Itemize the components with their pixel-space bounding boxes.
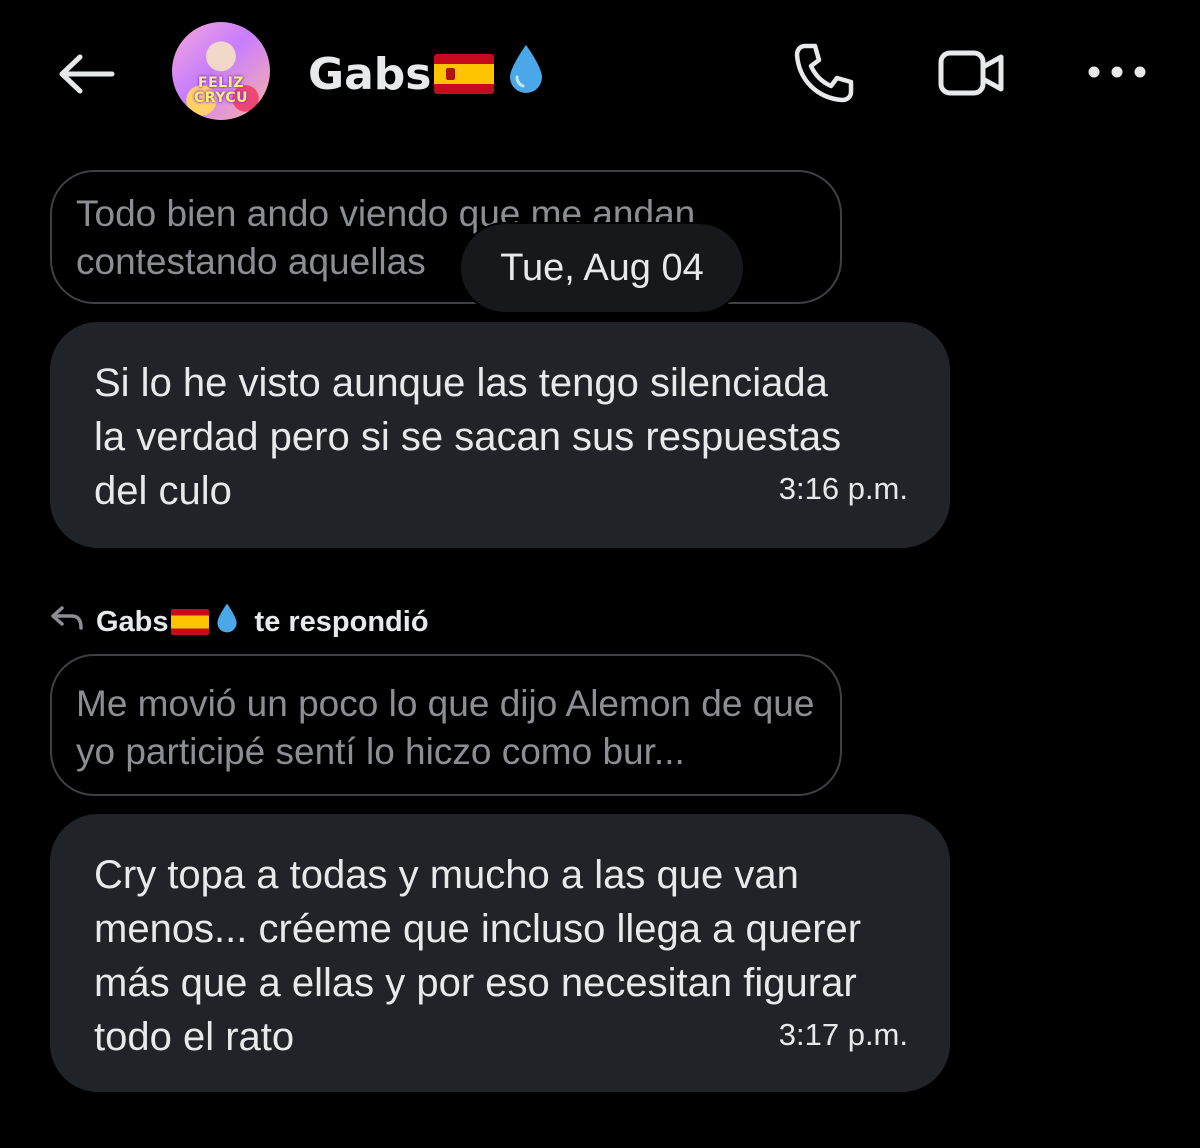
spain-flag-icon — [170, 609, 209, 635]
date-separator: Tue, Aug 04 — [459, 222, 745, 314]
water-drop-icon — [506, 43, 546, 106]
reply-label: te respondió — [254, 605, 429, 638]
arrow-left-icon — [59, 54, 115, 94]
quoted-message[interactable]: Me movió un poco lo que dijo Alemon de q… — [50, 654, 842, 796]
spain-flag-icon — [433, 54, 494, 94]
message-timestamp: 3:17 p.m. — [778, 1017, 908, 1052]
message-text: Si lo he visto aunque las tengo silencia… — [94, 361, 842, 513]
message-bubble[interactable]: Cry topa a todas y mucho a las que van m… — [50, 814, 950, 1092]
back-button[interactable] — [52, 44, 122, 104]
contact-name[interactable]: Gabs — [308, 44, 546, 104]
video-call-button[interactable] — [934, 40, 1010, 106]
reply-indicator: Gabs te respondió — [50, 600, 429, 644]
quoted-message-text: Me movió un poco lo que dijo Alemon de q… — [76, 683, 815, 772]
more-options-button[interactable] — [1082, 44, 1152, 100]
reply-arrow-icon — [50, 605, 84, 639]
contact-name-text: Gabs — [308, 48, 432, 100]
water-drop-icon — [215, 602, 239, 642]
message-timestamp: 3:16 p.m. — [778, 471, 908, 506]
call-button[interactable] — [788, 40, 858, 106]
message-bubble[interactable]: Si lo he visto aunque las tengo silencia… — [50, 322, 950, 548]
video-camera-icon — [938, 50, 1004, 96]
avatar[interactable]: FELIZ CRYCU — [172, 22, 270, 120]
phone-icon — [794, 43, 854, 103]
avatar-caption: FELIZ CRYCU — [193, 75, 249, 106]
conversation-header: FELIZ CRYCU Gabs — [0, 0, 1200, 150]
reply-author: Gabs — [96, 605, 169, 638]
more-horizontal-icon — [1088, 66, 1146, 78]
